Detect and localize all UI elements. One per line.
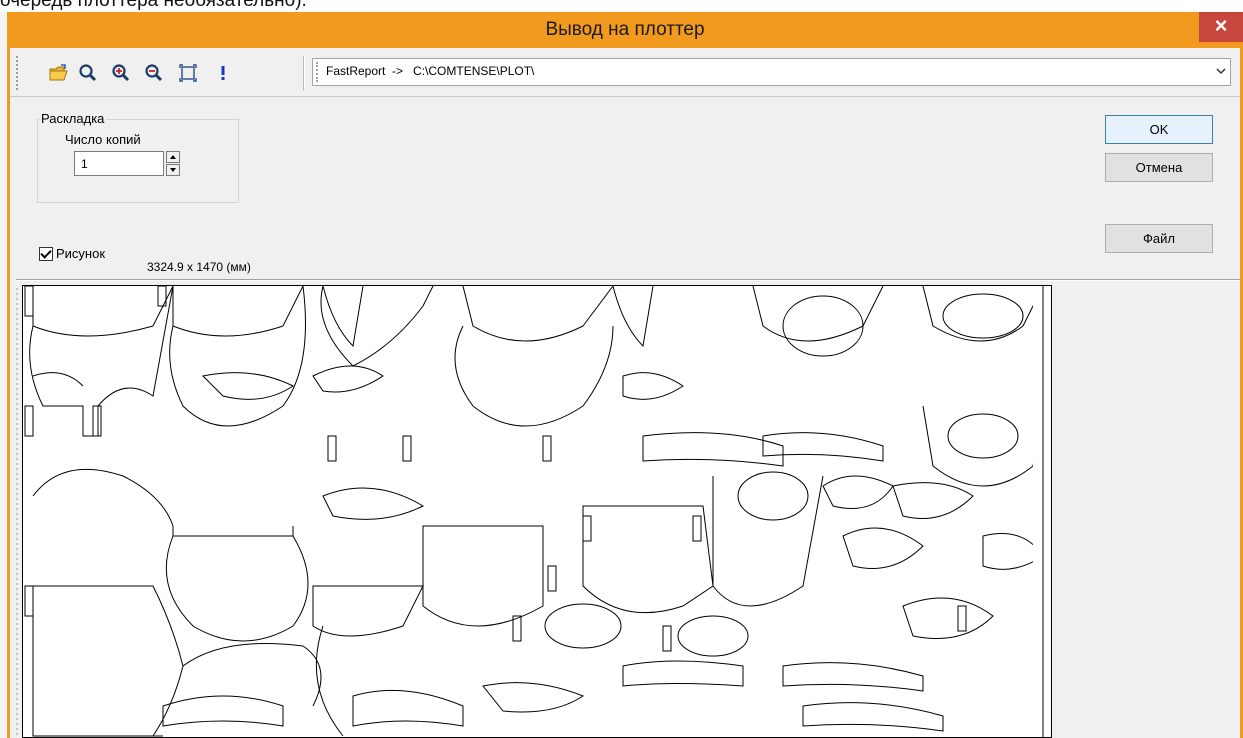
picture-checkbox[interactable] (39, 246, 53, 261)
zoom-out-button[interactable] (141, 60, 167, 86)
toolbar-grip[interactable] (16, 56, 20, 90)
vertical-ruler (16, 288, 18, 738)
ok-button[interactable]: OK (1105, 115, 1213, 144)
copies-spinner[interactable] (166, 151, 180, 176)
zoom-icon (79, 64, 97, 82)
plot-button[interactable] (210, 60, 236, 86)
chevron-down-icon[interactable] (1216, 66, 1226, 76)
window-title: Вывод на плоттер (545, 19, 705, 40)
picture-dimensions: 3324.9 x 1470 (мм) (147, 260, 251, 274)
open-folder-icon (49, 64, 68, 81)
combo-grip (316, 62, 320, 82)
picture-checkbox-label: Рисунок (56, 246, 106, 261)
cancel-button[interactable]: Отмена (1105, 153, 1213, 182)
dialog-client-area: FastReport -> C:\COMTENSE\PLOT\ Раскладк… (10, 48, 1240, 738)
separator-line (16, 279, 1240, 281)
output-device-select[interactable]: FastReport -> C:\COMTENSE\PLOT\ (312, 58, 1231, 86)
zoom-out-icon (145, 64, 163, 82)
background-window-edge (0, 12, 6, 738)
exclamation-icon (221, 66, 225, 80)
layout-group-legend: Раскладка (39, 111, 107, 126)
zoom-in-button[interactable] (108, 60, 134, 86)
open-folder-button[interactable] (46, 60, 72, 86)
close-button[interactable]: × (1199, 12, 1243, 42)
background-text: очередь плоттера необязательно). (0, 0, 307, 11)
title-bar[interactable]: Вывод на плоттер × (7, 12, 1243, 48)
picture-checkbox-row[interactable]: Рисунок (39, 246, 105, 261)
toolbar: FastReport -> C:\COMTENSE\PLOT\ (10, 48, 1240, 97)
spin-up-icon[interactable] (166, 151, 180, 163)
toolbar-separator (303, 56, 305, 90)
copies-input[interactable] (74, 151, 164, 176)
spin-down-icon[interactable] (166, 164, 180, 176)
file-button[interactable]: Файл (1105, 224, 1213, 253)
plot-preview[interactable] (22, 285, 1052, 738)
zoom-in-icon (112, 64, 130, 82)
fit-page-button[interactable] (175, 60, 201, 86)
zoom-button[interactable] (75, 60, 101, 86)
marker-layout-drawing (24, 286, 1047, 737)
copies-label: Число копий (65, 132, 141, 147)
fit-page-icon (179, 64, 197, 82)
output-device-value: FastReport -> C:\COMTENSE\PLOT\ (326, 64, 535, 78)
plotter-output-dialog: Вывод на плоттер × FastReport -> C:\COMT… (7, 12, 1243, 738)
